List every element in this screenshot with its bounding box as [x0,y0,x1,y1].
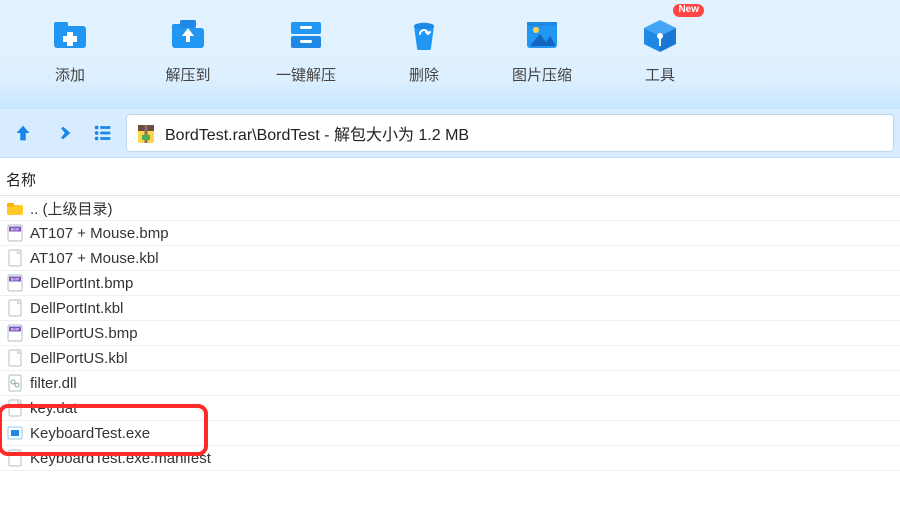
file-row[interactable]: AT107 + Mouse.kbl [0,246,900,271]
svg-text:BMP: BMP [11,227,20,232]
file-name: AT107 + Mouse.bmp [30,225,169,242]
file-row[interactable]: DellPortUS.kbl [0,346,900,371]
address-bar: BordTest.rar\BordTest - 解包大小为 1.2 MB [0,108,900,158]
path-text: BordTest.rar\BordTest - 解包大小为 1.2 MB [165,121,469,145]
generic-file-icon [6,249,24,267]
archive-file-icon [135,122,157,144]
file-row[interactable]: BMP DellPortUS.bmp [0,321,900,346]
file-name: DellPortInt.kbl [30,300,123,317]
file-name: filter.dll [30,375,77,392]
folder-up-icon [168,14,208,54]
view-list-button[interactable] [86,116,120,150]
folder-add-icon [50,14,90,54]
recycle-bin-icon [404,14,444,54]
column-header-name[interactable]: 名称 [0,164,900,196]
exe-file-icon [6,424,24,442]
image-icon [522,14,562,54]
toolbar-label: 删除 [409,64,439,85]
svg-text:BMP: BMP [11,277,20,282]
file-name: KeyboardTest.exe.manifest [30,450,211,467]
toolbar-label: 添加 [55,64,85,85]
generic-file-icon [6,349,24,367]
toolbar-label: 一键解压 [276,64,336,85]
file-row[interactable]: BMP DellPortInt.bmp [0,271,900,296]
toolbar-oneclick-extract-button[interactable]: 一键解压 [270,14,342,85]
toolbar-tools-button[interactable]: New 工具 [624,14,696,85]
generic-file-icon [6,399,24,417]
file-row[interactable]: KeyboardTest.exe.manifest [0,446,900,471]
cube-icon [640,14,680,54]
toolbar-extract-to-button[interactable]: 解压到 [152,14,224,85]
generic-file-icon [6,299,24,317]
drawer-icon [286,14,326,54]
file-row[interactable]: filter.dll [0,371,900,396]
file-name: DellPortInt.bmp [30,275,133,292]
file-list: 名称 .. (上级目录) BMP AT107 + Mouse.bmp AT107… [0,158,900,471]
path-input[interactable]: BordTest.rar\BordTest - 解包大小为 1.2 MB [126,114,894,152]
file-row[interactable]: key.dat [0,396,900,421]
file-name: DellPortUS.bmp [30,325,138,342]
new-badge: New [673,4,704,17]
file-name: .. (上级目录) [30,198,113,219]
bmp-file-icon: BMP [6,224,24,242]
generic-file-icon [6,449,24,467]
toolbar-add-button[interactable]: 添加 [34,14,106,85]
toolbar-delete-button[interactable]: 删除 [388,14,460,85]
folder-file-icon [6,199,24,217]
nav-up-button[interactable] [6,116,40,150]
dll-file-icon [6,374,24,392]
svg-text:BMP: BMP [11,327,20,332]
bmp-file-icon: BMP [6,324,24,342]
file-name: KeyboardTest.exe [30,425,150,442]
file-name: AT107 + Mouse.kbl [30,250,159,267]
file-row[interactable]: BMP AT107 + Mouse.bmp [0,221,900,246]
file-row[interactable]: KeyboardTest.exe [0,421,900,446]
file-row[interactable]: .. (上级目录) [0,196,900,221]
toolbar-image-compress-button[interactable]: 图片压缩 [506,14,578,85]
toolbar-label: 解压到 [165,64,210,85]
nav-forward-button[interactable] [46,116,80,150]
main-toolbar: 添加 解压到 一键解压 [0,0,900,108]
toolbar-label: 图片压缩 [512,64,572,85]
toolbar-label: 工具 [645,64,675,85]
file-name: key.dat [30,400,77,417]
file-name: DellPortUS.kbl [30,350,128,367]
bmp-file-icon: BMP [6,274,24,292]
file-row[interactable]: DellPortInt.kbl [0,296,900,321]
